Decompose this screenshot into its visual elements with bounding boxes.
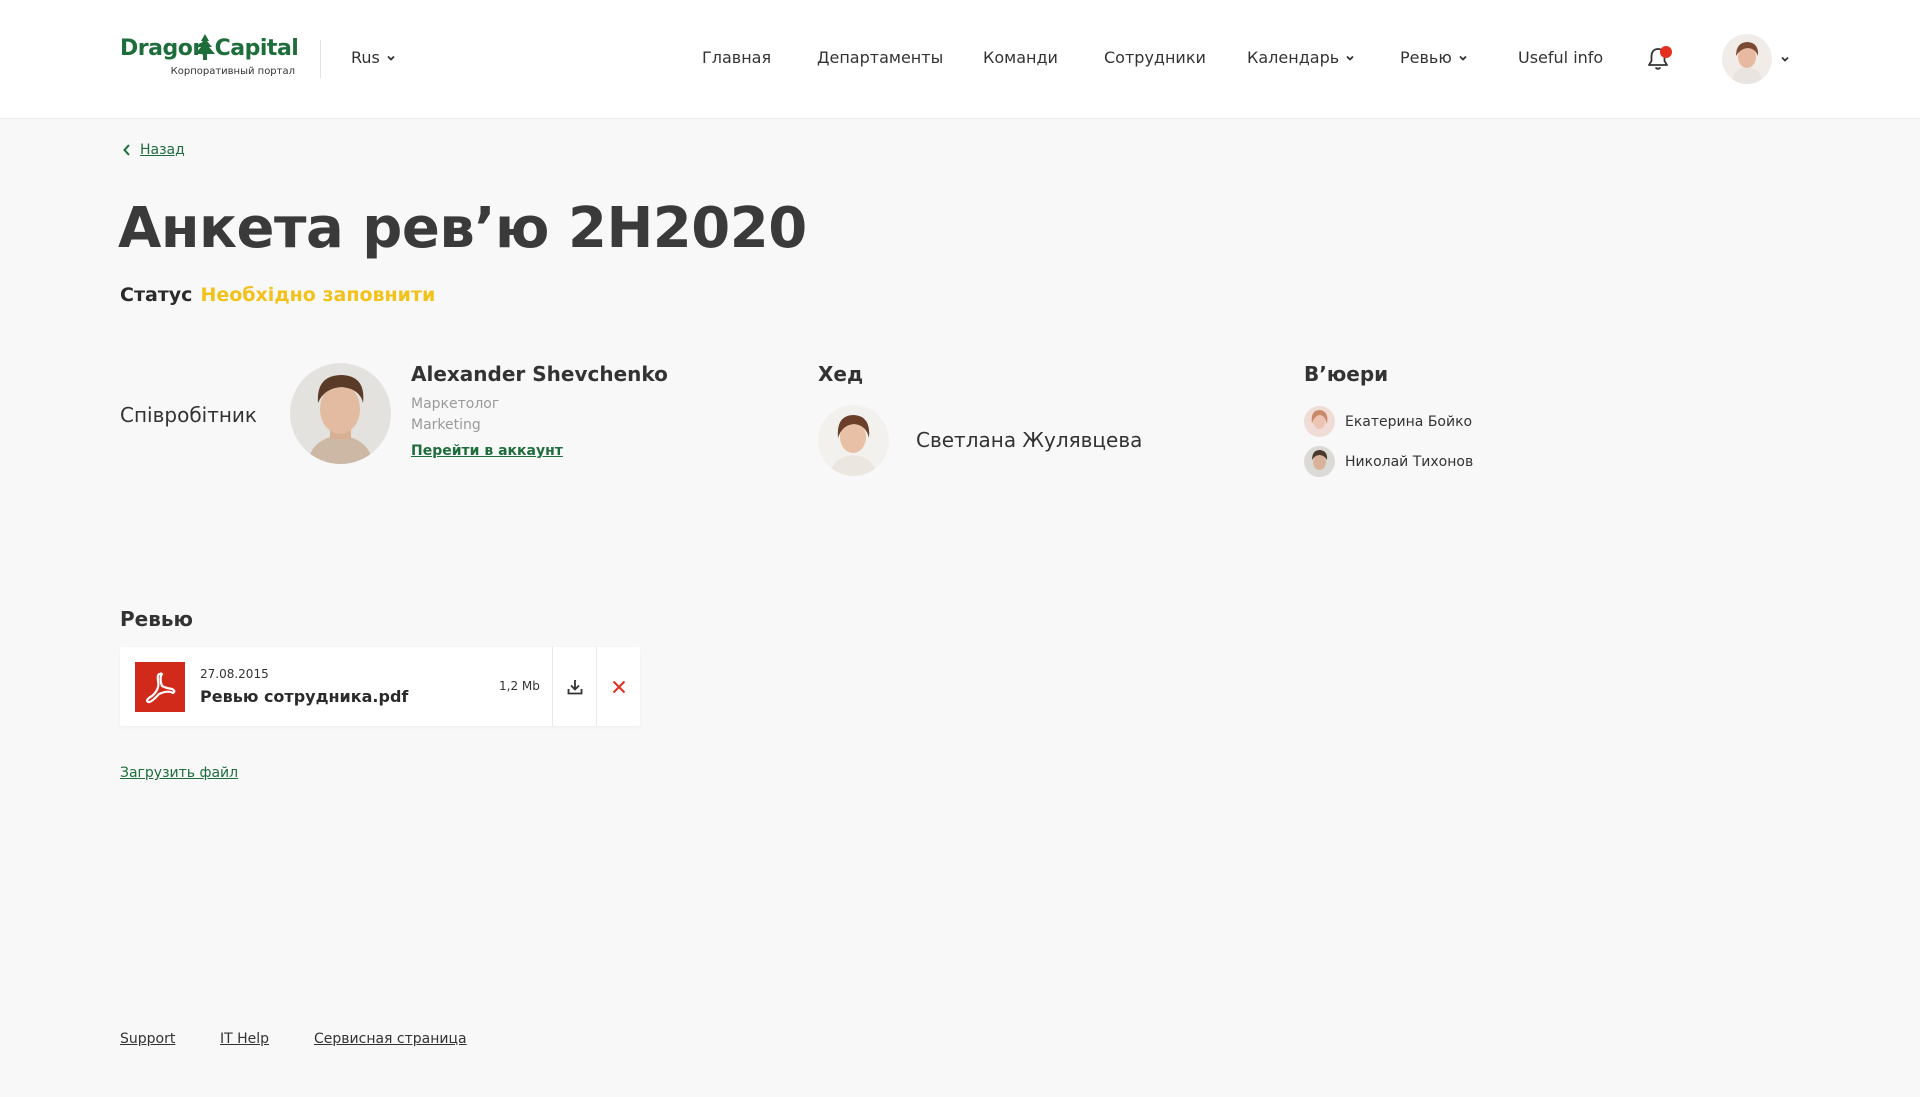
file-date: 27.08.2015 xyxy=(200,667,269,681)
nav-useful-info[interactable]: Useful info xyxy=(1518,48,1603,67)
footer-link-support[interactable]: Support xyxy=(120,1031,175,1047)
pdf-icon xyxy=(135,662,185,712)
head-avatar xyxy=(818,405,889,476)
nav-employees-label: Сотрудники xyxy=(1104,48,1206,67)
review-file-card: 27.08.2015 Ревью сотрудника.pdf 1,2 Mb xyxy=(120,647,640,726)
viewer-avatar xyxy=(1304,446,1335,477)
head-section-title: Хед xyxy=(818,362,864,386)
user-avatar xyxy=(1722,34,1772,84)
dragon-capital-logo[interactable]: Dragon Capital Корпоративный портал xyxy=(120,34,299,82)
viewer-item[interactable]: Екатерина Бойко xyxy=(1304,406,1472,437)
back-link[interactable]: Назад xyxy=(122,142,185,158)
nav-calendar[interactable]: Календарь xyxy=(1247,48,1355,67)
delete-button[interactable] xyxy=(597,647,640,726)
notification-badge xyxy=(1660,46,1672,58)
chevron-left-icon xyxy=(123,144,130,156)
status-row: Статус Необхідно заповнити xyxy=(120,284,435,306)
nav-teams[interactable]: Команди xyxy=(983,48,1058,67)
nav-calendar-label: Календарь xyxy=(1247,48,1340,67)
logo-subtitle: Корпоративный портал xyxy=(170,66,295,77)
language-label: Rus xyxy=(351,48,380,67)
review-section-title: Ревью xyxy=(120,607,193,631)
status-label: Статус xyxy=(120,284,193,306)
go-to-account-link[interactable]: Перейти в аккаунт xyxy=(411,443,563,459)
page-title: Анкета ревʼю 2H2020 xyxy=(118,196,807,261)
viewer-name: Николай Тихонов xyxy=(1345,453,1474,470)
dragon-tree-icon xyxy=(195,34,215,60)
top-header: Dragon Capital Корпоративный портал Rus … xyxy=(0,0,1920,119)
viewers-section-title: В’юери xyxy=(1304,362,1389,386)
chevron-down-icon xyxy=(1781,56,1789,62)
profile-menu[interactable] xyxy=(1722,34,1790,84)
employee-role: Маркетолог xyxy=(411,396,500,412)
nav-home-label: Главная xyxy=(702,48,772,67)
nav-useful-info-label: Useful info xyxy=(1518,48,1604,67)
nav-home[interactable]: Главная xyxy=(702,48,771,67)
nav-review-label: Ревью xyxy=(1400,48,1452,67)
viewer-name: Екатерина Бойко xyxy=(1345,413,1473,430)
file-name: Ревью сотрудника.pdf xyxy=(200,687,409,706)
chevron-down-icon xyxy=(1459,55,1467,61)
file-size: 1,2 Mb xyxy=(499,679,540,693)
nav-teams-label: Команди xyxy=(983,48,1058,67)
download-button[interactable] xyxy=(553,647,596,726)
language-selector[interactable]: Rus xyxy=(351,48,396,67)
upload-file-link[interactable]: Загрузить файл xyxy=(120,765,238,781)
employee-department: Marketing xyxy=(411,417,481,433)
download-icon xyxy=(567,679,582,694)
chevron-down-icon xyxy=(387,55,395,61)
status-value: Необхідно заповнити xyxy=(200,284,436,306)
nav-departments[interactable]: Департаменты xyxy=(817,48,943,67)
nav-review[interactable]: Ревью xyxy=(1400,48,1468,67)
nav-employees[interactable]: Сотрудники xyxy=(1104,48,1206,67)
back-link-label: Назад xyxy=(140,142,185,158)
employee-section-label: Співробітник xyxy=(120,403,258,427)
header-divider xyxy=(320,40,321,78)
close-icon xyxy=(612,680,625,693)
head-name: Светлана Жулявцева xyxy=(916,428,1143,452)
chevron-down-icon xyxy=(1346,55,1354,61)
viewer-item[interactable]: Николай Тихонов xyxy=(1304,446,1473,477)
footer-link-it-help[interactable]: IT Help xyxy=(220,1031,269,1047)
viewer-avatar xyxy=(1304,406,1335,437)
footer-link-service-page[interactable]: Сервисная страница xyxy=(314,1031,467,1047)
nav-departments-label: Департаменты xyxy=(817,48,944,67)
employee-avatar xyxy=(290,363,391,464)
employee-name: Alexander Shevchenko xyxy=(411,362,668,386)
